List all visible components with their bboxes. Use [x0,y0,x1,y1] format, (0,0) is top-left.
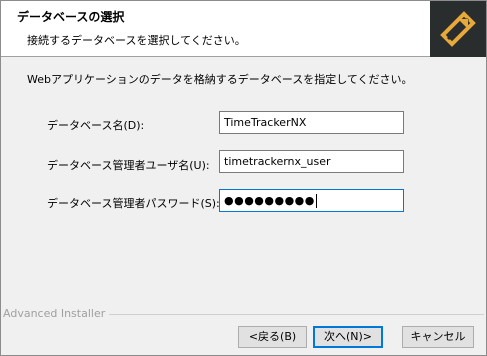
installer-logo [430,1,486,57]
dialog-header: データベースの選択 接続するデータベースを選択してください。 [1,1,486,57]
page-title: データベースの選択 [17,10,125,24]
admin-user-label: データベース管理者ユーザ名(U): [47,159,210,172]
next-button[interactable]: 次へ(N)> [313,326,383,348]
db-name-input[interactable]: TimeTrackerNX [219,111,404,134]
installer-dialog: データベースの選択 接続するデータベースを選択してください。 Webアプリケーシ… [0,0,487,356]
admin-password-input[interactable]: ●●●●●●●●● [219,189,404,212]
branding-label: Advanced Installer [3,307,110,320]
text-caret [315,194,317,208]
page-subtitle: 接続するデータベースを選択してください。 [27,34,246,47]
admin-password-label: データベース管理者パスワード(S): [47,197,220,210]
advanced-installer-logo-icon [440,11,476,47]
db-name-label: データベース名(D): [47,119,145,132]
intro-text: Webアプリケーションのデータを格納するデータベースを指定してください。 [27,73,413,86]
admin-user-input[interactable]: timetrackernx_user [219,150,404,173]
password-mask: ●●●●●●●●● [224,194,315,207]
back-button[interactable]: <戻る(B) [238,326,307,348]
cancel-button[interactable]: キャンセル [402,326,474,348]
